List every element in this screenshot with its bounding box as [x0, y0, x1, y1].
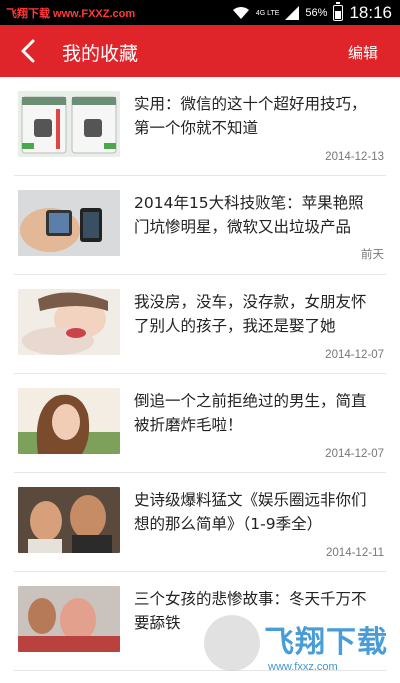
battery-icon [333, 2, 344, 21]
article-thumbnail [18, 586, 120, 652]
article-date: 2014-12-11 [326, 547, 384, 559]
article-date: 2014-12-07 [325, 349, 384, 361]
clock: 18:16 [349, 3, 392, 22]
watermark-text: 飞翔下载 [264, 625, 388, 660]
back-arrow-icon[interactable] [14, 36, 44, 66]
list-item[interactable]: 2014年15大科技败笔：苹果艳照门坑惨明星，微软又出垃圾产品 前天 [14, 176, 386, 275]
status-bar-brand: 飞翔下载 www.FXXZ.com [6, 8, 136, 20]
article-title: 2014年15大科技败笔：苹果艳照门坑惨明星，微软又出垃圾产品 [134, 194, 364, 236]
article-title: 倒追一个之前拒绝过的男生，简直被折磨炸毛啦！ [134, 392, 367, 434]
favorites-list: 实用：微信的这十个超好用技巧，第一个你就不知道 2014-12-13 2014年… [0, 77, 400, 683]
edit-button[interactable]: 编辑 [348, 42, 378, 63]
list-item[interactable]: 倒追一个之前拒绝过的男生，简直被折磨炸毛啦！ 2014-12-07 [14, 374, 386, 473]
article-thumbnail [18, 388, 120, 454]
header-bar: 我的收藏 编辑 [0, 25, 400, 77]
signal-icon [285, 6, 300, 20]
article-thumbnail [18, 289, 120, 355]
list-item[interactable]: 史诗级爆料猛文《娱乐圈远非你们想的那么简单》（1-9季全） 2014-12-11 [14, 473, 386, 572]
article-date: 前天 [361, 249, 384, 261]
status-bar: 飞翔下载 www.FXXZ.com 4G LTE 56% 18:16 [0, 0, 400, 25]
watermark-url: www.fxxz.com [268, 661, 338, 673]
article-date: 2014-12-07 [325, 448, 384, 460]
page-title: 我的收藏 [62, 43, 139, 65]
article-thumbnail [18, 487, 120, 553]
status-icons: 4G LTE 56% 18:16 [232, 2, 392, 23]
article-title: 实用：微信的这十个超好用技巧，第一个你就不知道 [134, 95, 367, 137]
article-date: 2014-12-13 [325, 151, 384, 163]
list-item[interactable]: 实用：微信的这十个超好用技巧，第一个你就不知道 2014-12-13 [14, 77, 386, 176]
list-item[interactable]: 我没房，没车，没存款，女朋友怀了别人的孩子，我还是娶了她 2014-12-07 [14, 275, 386, 374]
watermark-logo-icon [204, 615, 260, 671]
article-thumbnail [18, 190, 120, 256]
article-thumbnail [18, 91, 120, 157]
network-type: 4G LTE [255, 9, 280, 17]
watermark: 飞翔下载 www.fxxz.com [202, 613, 398, 681]
article-title: 我没房，没车，没存款，女朋友怀了别人的孩子，我还是娶了她 [134, 293, 367, 335]
battery-percent: 56% [305, 7, 328, 19]
article-title: 史诗级爆料猛文《娱乐圈远非你们想的那么简单》（1-9季全） [134, 491, 367, 533]
wifi-icon [232, 6, 249, 19]
